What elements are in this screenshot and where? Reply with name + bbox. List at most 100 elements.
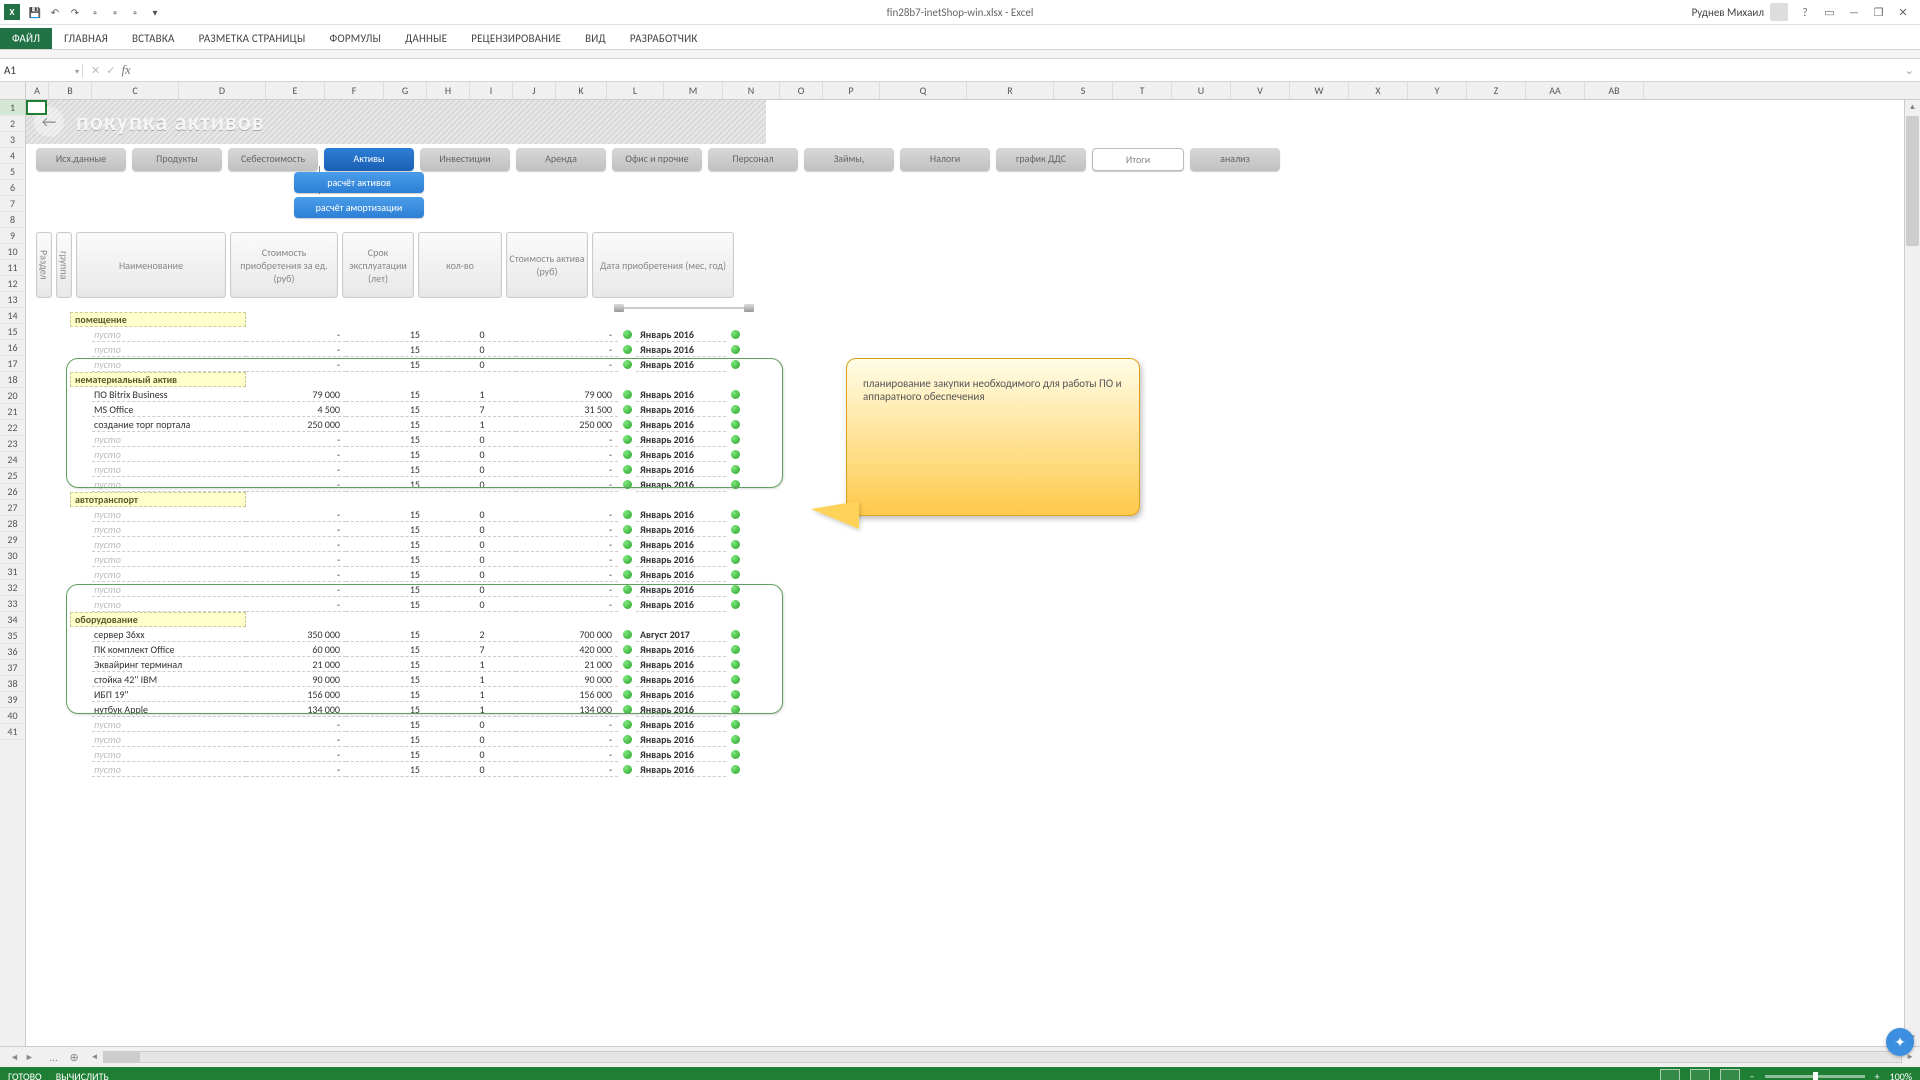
column-header[interactable]: V [1231,82,1290,99]
row-header[interactable]: 25 [0,468,25,484]
column-header[interactable]: J [513,82,556,99]
ribbon-tab[interactable]: РАЗРАБОТЧИК [618,28,710,49]
cell-name[interactable]: ПК комплект Office [92,643,246,657]
slider-handle-right[interactable] [744,304,754,312]
nav-button[interactable]: Продукты [132,148,222,171]
cell-name[interactable]: пусто [92,598,246,612]
fx-icon[interactable]: fx [121,62,130,78]
cell-date[interactable]: Январь 2016 [636,328,726,342]
cell-total[interactable]: - [516,598,618,612]
column-header[interactable]: O [780,82,823,99]
cell-name[interactable]: пусто [92,433,246,447]
undo-icon[interactable]: ↶ [46,3,64,21]
cell-qty[interactable]: 7 [448,403,516,417]
cell-qty[interactable]: 0 [448,523,516,537]
cell-total[interactable]: - [516,463,618,477]
cell-total[interactable]: - [516,433,618,447]
column-header[interactable]: AA [1526,82,1585,99]
cell-name[interactable]: пусто [92,523,246,537]
cell-date[interactable]: Январь 2016 [636,343,726,357]
cell-date[interactable]: Январь 2016 [636,538,726,552]
scroll-left-icon[interactable]: ◄ [91,1052,99,1062]
cell-cost[interactable]: - [246,463,346,477]
user-name[interactable]: Руднев Михаил [1692,6,1764,19]
cell-total[interactable]: - [516,718,618,732]
nav-button[interactable]: Офис и прочие [612,148,702,171]
view-page-layout-icon[interactable] [1690,1069,1710,1080]
nav-button[interactable]: Активы [324,148,414,171]
cell-date[interactable]: Январь 2016 [636,643,726,657]
cell-cost[interactable]: - [246,748,346,762]
cell-total[interactable]: - [516,328,618,342]
cell-cost[interactable]: - [246,523,346,537]
row-header[interactable]: 30 [0,548,25,564]
cell-qty[interactable]: 1 [448,703,516,717]
cell-cost[interactable]: - [246,763,346,777]
cell-cost[interactable]: - [246,553,346,567]
cell-total[interactable]: - [516,508,618,522]
cell-years[interactable]: 15 [346,643,448,657]
column-header[interactable]: E [266,82,325,99]
column-header[interactable]: F [325,82,384,99]
cell-total[interactable]: - [516,343,618,357]
cell-name[interactable]: ПО Bitrix Business [92,388,246,402]
row-header[interactable]: 3 [0,132,25,148]
row-header[interactable]: 20 [0,388,25,404]
column-header[interactable]: U [1172,82,1231,99]
row-header[interactable]: 35 [0,628,25,644]
ribbon-tab[interactable]: ВИД [573,28,618,49]
cell-qty[interactable]: 1 [448,673,516,687]
row-header[interactable]: 17 [0,356,25,372]
cell-years[interactable]: 15 [346,598,448,612]
close-icon[interactable]: ✕ [1892,6,1914,19]
table-row[interactable]: пусто-150-Январь 2016 [36,357,766,372]
cell-total[interactable]: - [516,358,618,372]
row-header[interactable]: 37 [0,660,25,676]
row-header[interactable]: 23 [0,436,25,452]
cell-date[interactable]: Январь 2016 [636,718,726,732]
cell-name[interactable]: пусто [92,358,246,372]
cell-years[interactable]: 15 [346,658,448,672]
ribbon-tab[interactable]: ФАЙЛ [0,28,52,49]
cell-name[interactable]: пусто [92,538,246,552]
slider-handle-left[interactable] [614,304,624,312]
scrollbar-thumb[interactable] [1906,116,1919,246]
table-row[interactable]: пусто-150-Январь 2016 [36,762,766,777]
scroll-up-icon[interactable]: ▲ [1905,100,1920,115]
cell-name[interactable]: пусто [92,463,246,477]
table-row[interactable]: пусто-150-Январь 2016 [36,522,766,537]
cell-date[interactable]: Январь 2016 [636,658,726,672]
cell-cost[interactable]: 21 000 [246,658,346,672]
cell-qty[interactable]: 0 [448,448,516,462]
cell-qty[interactable]: 0 [448,478,516,492]
name-box[interactable]: A1 [0,64,83,77]
cell-total[interactable]: - [516,523,618,537]
row-header[interactable]: 39 [0,692,25,708]
cell-qty[interactable]: 0 [448,358,516,372]
cell-cost[interactable]: - [246,358,346,372]
cell-date[interactable]: Январь 2016 [636,523,726,537]
cell-total[interactable]: 420 000 [516,643,618,657]
cell-date[interactable]: Январь 2016 [636,418,726,432]
cell-date[interactable]: Январь 2016 [636,478,726,492]
nav-button[interactable]: график ДДС [996,148,1086,171]
nav-button[interactable]: Себестоимость [228,148,318,171]
row-header[interactable]: 27 [0,500,25,516]
cell-qty[interactable]: 0 [448,508,516,522]
nav-button[interactable]: Аренда [516,148,606,171]
expand-formula-icon[interactable]: ⌄ [1899,64,1920,77]
row-header[interactable]: 34 [0,612,25,628]
zoom-slider[interactable] [1765,1075,1865,1078]
cell-name[interactable]: пусто [92,733,246,747]
row-header[interactable]: 7 [0,196,25,212]
help-icon[interactable]: ? [1794,6,1816,19]
row-header[interactable]: 15 [0,324,25,340]
cell-cost[interactable]: - [246,718,346,732]
cell-cost[interactable]: - [246,508,346,522]
cell-years[interactable]: 15 [346,358,448,372]
cell-name[interactable]: пусто [92,553,246,567]
cell-years[interactable]: 15 [346,478,448,492]
cell-years[interactable]: 15 [346,628,448,642]
redo-icon[interactable]: ↷ [66,3,84,21]
cell-years[interactable]: 15 [346,343,448,357]
